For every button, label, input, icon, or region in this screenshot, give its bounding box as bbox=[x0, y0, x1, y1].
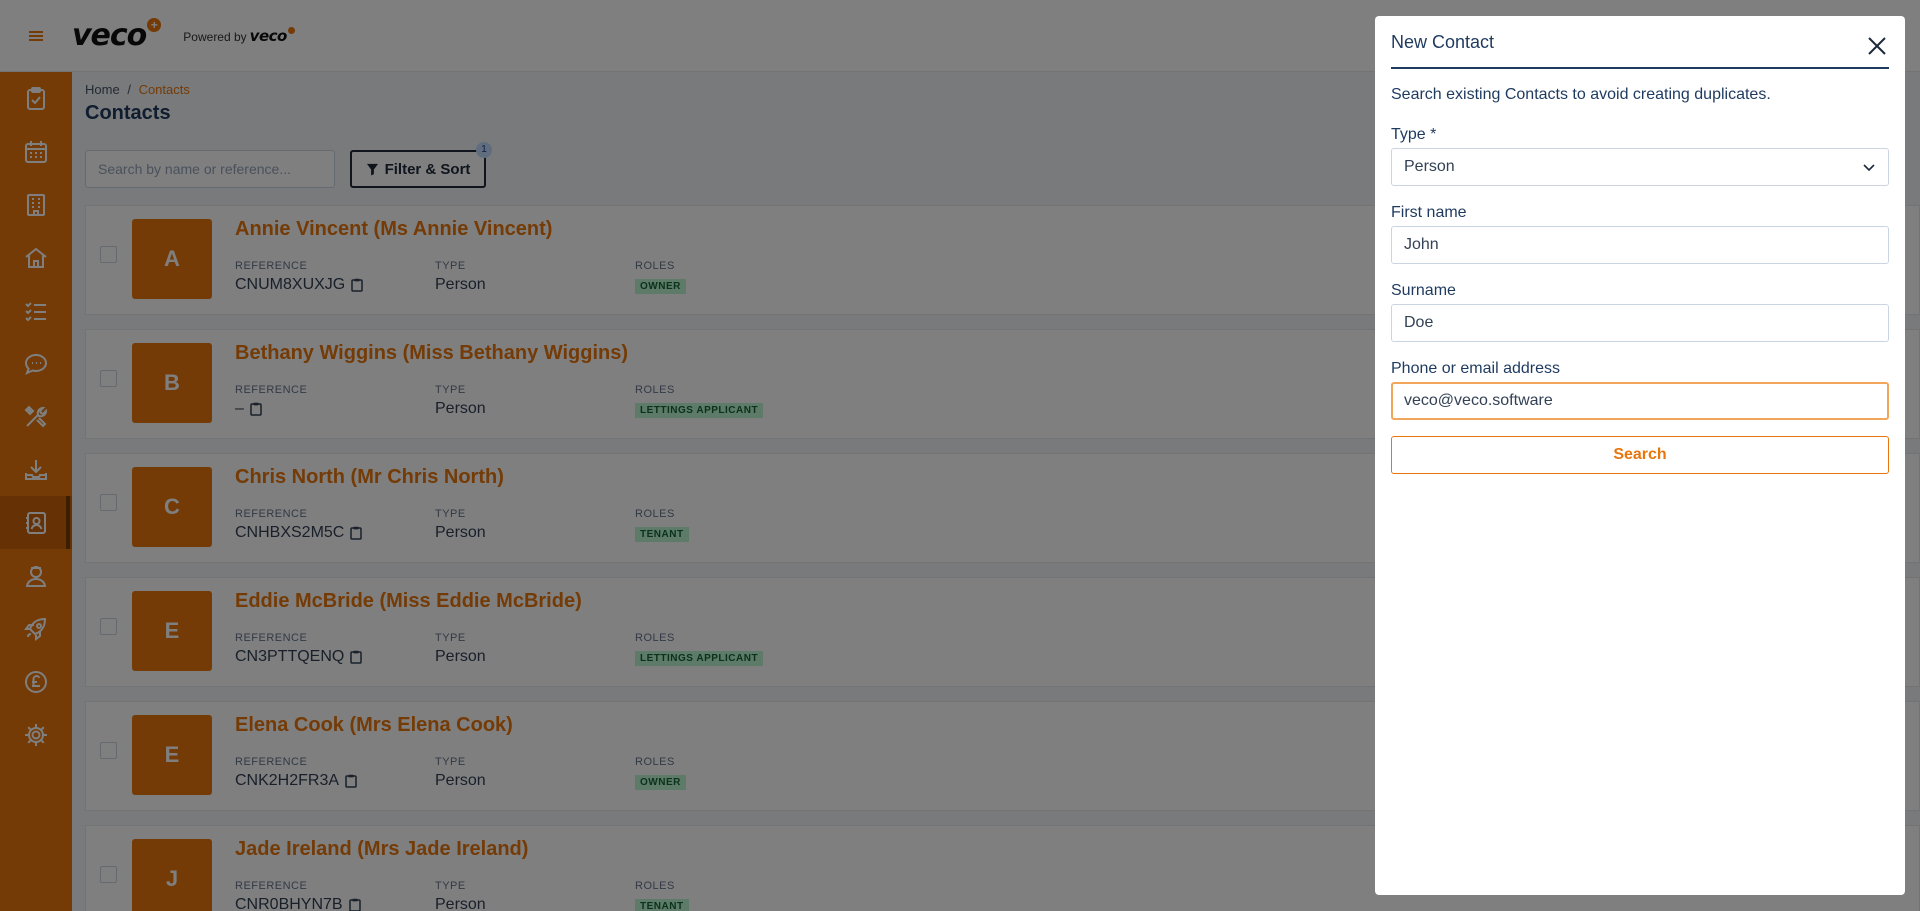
surname-value: Doe bbox=[1404, 314, 1434, 331]
first-name-label: First name bbox=[1391, 204, 1467, 221]
drawer-title: New Contact bbox=[1391, 32, 1495, 52]
duplicate-hint-text: Search existing Contacts to avoid creati… bbox=[1391, 86, 1771, 103]
chevron-down-icon bbox=[1863, 164, 1875, 172]
type-select[interactable]: Person bbox=[1391, 148, 1889, 186]
first-name-input[interactable]: John bbox=[1391, 226, 1889, 264]
phone-email-input[interactable]: veco@veco.software bbox=[1391, 382, 1889, 420]
drawer-divider bbox=[1391, 67, 1889, 69]
new-contact-drawer: New Contact Search existing Contacts to … bbox=[1375, 16, 1905, 895]
close-drawer-button[interactable] bbox=[1865, 34, 1889, 58]
phone-email-value: veco@veco.software bbox=[1404, 392, 1553, 409]
surname-input[interactable]: Doe bbox=[1391, 304, 1889, 342]
first-name-value: John bbox=[1404, 236, 1439, 253]
phone-email-label: Phone or email address bbox=[1391, 360, 1560, 377]
surname-label: Surname bbox=[1391, 282, 1456, 299]
search-contacts-button[interactable]: Search bbox=[1391, 436, 1889, 474]
close-icon bbox=[1868, 37, 1886, 55]
type-select-value: Person bbox=[1404, 158, 1455, 175]
type-label: Type * bbox=[1391, 126, 1437, 143]
